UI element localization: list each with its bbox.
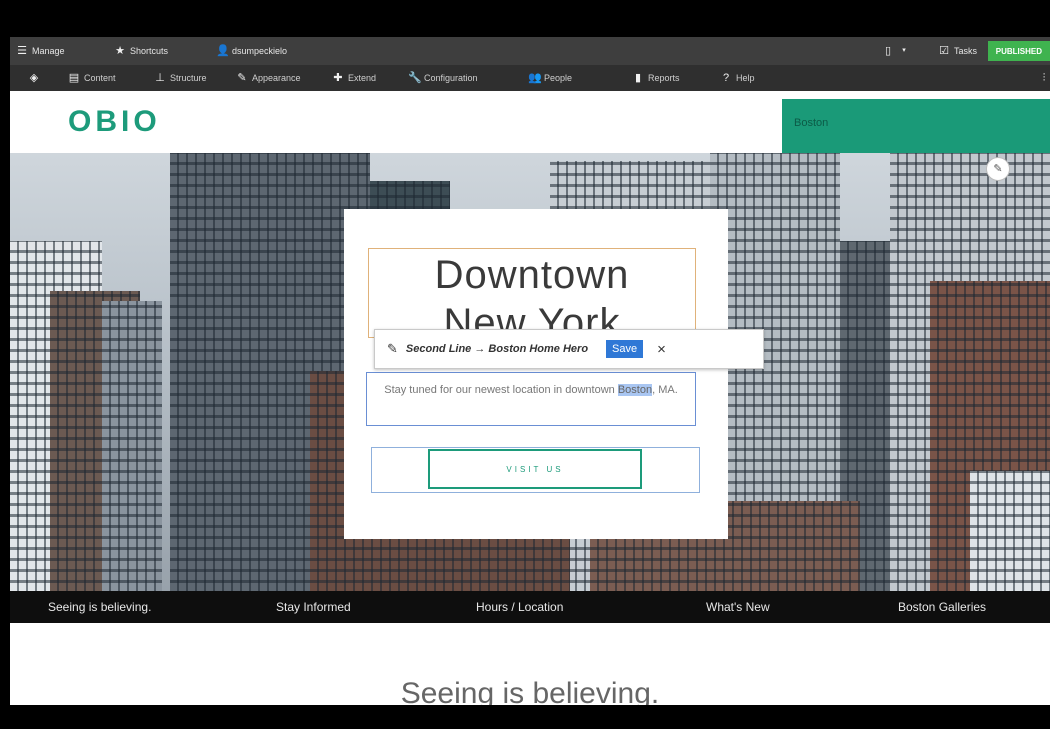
building-background <box>970 471 1050 591</box>
hero-title-editable[interactable]: Downtown New York <box>368 248 696 338</box>
hero-card: Downtown New York Stay tuned for our new… <box>344 209 728 539</box>
location-bar[interactable]: Boston <box>782 99 1050 153</box>
nav-item-hours-location[interactable]: Hours / Location <box>476 600 563 614</box>
location-label: Boston <box>794 117 829 129</box>
hamburger-icon: ☰ <box>17 45 27 57</box>
browser-viewport: ☰ Manage ★ Shortcuts 👤 dsumpeckielo ▯ ▾ … <box>10 37 1050 705</box>
menu-structure-label: Structure <box>170 73 207 83</box>
menu-reports[interactable]: ▮ Reports <box>632 65 680 91</box>
hero-paragraph: Stay tuned for our newest location in do… <box>377 381 685 400</box>
menu-configuration-label: Configuration <box>424 73 478 83</box>
menu-configuration[interactable]: 🔧 Configuration <box>408 65 478 91</box>
selected-text: Boston <box>617 384 653 396</box>
tasks-label: Tasks <box>954 46 978 56</box>
admin-toolbar: ☰ Manage ★ Shortcuts 👤 dsumpeckielo ▯ ▾ … <box>10 37 1050 65</box>
edit-pencil-button[interactable]: ✎ <box>986 157 1010 181</box>
tasks-menu[interactable]: ☑ Tasks <box>938 37 977 65</box>
menu-content[interactable]: ▤ Content <box>68 65 116 91</box>
orientation-icon: ⫶ <box>1042 72 1046 84</box>
device-icon: ▯ <box>884 45 892 57</box>
admin-tray: ◈ ▤ Content ⊥ Structure ✎ Appearance ✚ E… <box>10 65 1050 92</box>
menu-extend-label: Extend <box>348 73 377 83</box>
hero-title-line-1: Downtown <box>434 253 630 297</box>
people-icon: 👥 <box>528 72 542 84</box>
manage-label: Manage <box>32 46 65 56</box>
tasks-icon: ☑ <box>939 45 949 57</box>
content-icon: ▤ <box>68 72 80 84</box>
toolbar-orientation-toggle[interactable]: ⫶ <box>1038 65 1050 91</box>
configuration-icon: 🔧 <box>408 72 422 84</box>
building-background <box>102 301 162 591</box>
user-label: dsumpeckielo <box>232 46 288 56</box>
user-icon: 👤 <box>216 45 230 57</box>
button-field-editable[interactable]: VISIT US <box>371 447 700 493</box>
menu-people-label: People <box>544 73 573 83</box>
drupal-icon: ◈ <box>29 72 39 84</box>
device-toggle[interactable]: ▯ ▾ <box>882 37 910 65</box>
extend-icon: ✚ <box>333 72 343 84</box>
nav-item-stay-informed[interactable]: Stay Informed <box>276 600 351 614</box>
menu-appearance[interactable]: ✎ Appearance <box>236 65 301 91</box>
shortcuts-menu[interactable]: ★ Shortcuts <box>114 37 168 65</box>
menu-structure[interactable]: ⊥ Structure <box>154 65 207 91</box>
close-icon[interactable]: × <box>657 341 666 358</box>
visit-us-button[interactable]: VISIT US <box>428 449 642 489</box>
inline-edit-toolbar: ✎ Second Line → Boston Home Hero Save × <box>374 329 764 369</box>
reports-icon: ▮ <box>634 72 642 84</box>
structure-icon: ⊥ <box>155 72 165 84</box>
hero-banner: ✎ Downtown New York Stay tuned for our n… <box>10 153 1050 591</box>
chevron-down-icon: ▾ <box>902 47 906 54</box>
hero-paragraph-editable[interactable]: Stay tuned for our newest location in do… <box>366 372 696 426</box>
site-logo[interactable]: OBIO <box>68 105 161 139</box>
appearance-icon: ✎ <box>237 72 247 84</box>
edit-field-label: Second Line → Boston Home Hero <box>405 343 589 355</box>
main-navigation: Seeing is believing. Stay Informed Hours… <box>10 591 1050 623</box>
pencil-icon: ✎ <box>993 163 1003 175</box>
user-menu[interactable]: 👤 dsumpeckielo <box>216 37 287 65</box>
menu-help[interactable]: ? Help <box>720 65 755 91</box>
publish-button[interactable]: PUBLISHED <box>987 41 1050 61</box>
paragraph-text-end: , MA. <box>652 384 678 396</box>
shortcuts-label: Shortcuts <box>130 46 169 56</box>
menu-help-label: Help <box>736 73 755 83</box>
site-header: OBIO Boston <box>10 91 1050 153</box>
menu-people[interactable]: 👥 People <box>528 65 572 91</box>
home-link[interactable]: ◈ <box>28 65 40 91</box>
letterbox-bar <box>0 705 1050 729</box>
nav-item-seeing[interactable]: Seeing is believing. <box>48 600 151 614</box>
section-title: Seeing is believing. <box>400 677 660 705</box>
nav-item-boston-galleries[interactable]: Boston Galleries <box>898 600 986 614</box>
manage-menu[interactable]: ☰ Manage <box>16 37 65 65</box>
star-icon: ★ <box>115 45 125 57</box>
nav-item-whats-new[interactable]: What's New <box>706 600 770 614</box>
paragraph-text: Stay tuned for our newest location in do… <box>384 384 618 396</box>
pencil-icon: ✎ <box>387 341 398 356</box>
menu-extend[interactable]: ✚ Extend <box>332 65 376 91</box>
menu-appearance-label: Appearance <box>252 73 301 83</box>
help-icon: ? <box>722 72 730 84</box>
menu-reports-label: Reports <box>648 73 680 83</box>
menu-content-label: Content <box>84 73 116 83</box>
save-button[interactable]: Save <box>606 340 644 358</box>
